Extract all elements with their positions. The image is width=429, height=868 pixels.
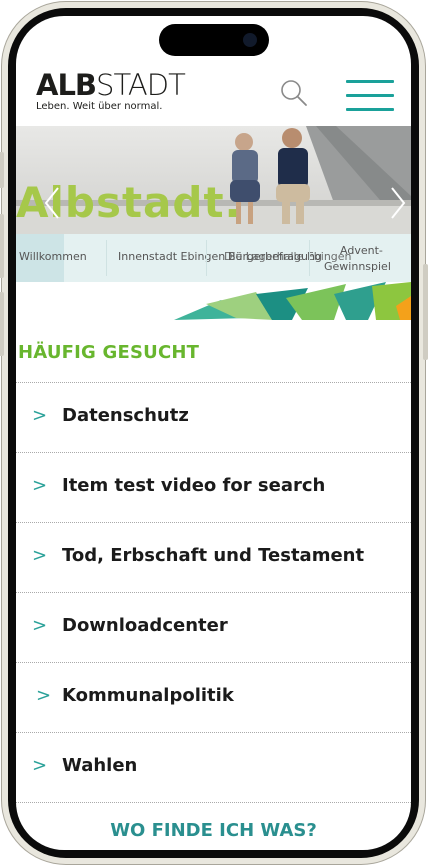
- hero-next-button[interactable]: [390, 186, 406, 224]
- decorative-polygon-band: [174, 282, 411, 320]
- tab-label: Gewinnspiel: [324, 260, 391, 273]
- side-button-volume-down: [0, 292, 4, 356]
- chevron-right-icon: >: [32, 545, 48, 566]
- tab-willkommen[interactable]: Willkommen: [16, 234, 87, 282]
- logo-word-bold: ALB: [36, 68, 97, 102]
- tab-label: Willkommen: [19, 250, 87, 263]
- phone-screen: ALBSTADT Leben. Weit über normal. Albsta…: [16, 16, 411, 850]
- chevron-right-icon: [391, 187, 406, 219]
- chevron-right-icon: >: [32, 405, 48, 426]
- section-title-wo-finde-ich-was: WO FINDE ICH WAS?: [110, 820, 317, 841]
- section-title-haeufig-gesucht: HÄUFIG GESUCHT: [18, 342, 200, 363]
- albstadt-logo[interactable]: ALBSTADT Leben. Weit über normal.: [36, 70, 186, 118]
- tab-innenstadt-ebingen[interactable]: Innenstadt Ebingen: [108, 234, 225, 282]
- search-button[interactable]: [278, 77, 310, 109]
- list-item-tod-erbschaft-testament[interactable]: > Tod, Erbschaft und Testament: [16, 522, 411, 593]
- camera-lens: [243, 33, 257, 47]
- list-item-label: Tod, Erbschaft und Testament: [62, 545, 365, 566]
- list-item-label: Downloadcenter: [62, 615, 228, 636]
- list-item-downloadcenter[interactable]: > Downloadcenter: [16, 592, 411, 663]
- hero-slider: Albstadt.: [16, 126, 411, 236]
- list-item-item-test-video[interactable]: > Item test video for search: [16, 452, 411, 523]
- tab-divider: [206, 240, 207, 276]
- list-item-label: Item test video for search: [62, 475, 326, 496]
- list-item-label: Wahlen: [62, 755, 138, 776]
- logo-wordmark: ALBSTADT: [36, 70, 186, 100]
- chevron-right-icon: >: [32, 475, 48, 496]
- hamburger-icon: [346, 80, 394, 111]
- list-item-datenschutz[interactable]: > Datenschutz: [16, 382, 411, 453]
- logo-tagline: Leben. Weit über normal.: [36, 101, 163, 112]
- tab-die-lagerhalle-ebingen[interactable]: Die Lagerhalle Ebingen: [212, 234, 352, 282]
- dynamic-island: [159, 24, 269, 56]
- side-button-power: [423, 264, 428, 360]
- menu-button[interactable]: [346, 80, 394, 112]
- hero-prev-button[interactable]: [44, 186, 60, 224]
- site-header: ALBSTADT Leben. Weit über normal.: [16, 56, 411, 126]
- chevron-left-icon: [44, 187, 59, 219]
- logo-word-light: STADT: [96, 68, 186, 102]
- chevron-right-icon: >: [32, 755, 48, 776]
- side-button-volume-up: [0, 214, 4, 278]
- chevron-right-icon: >: [32, 615, 48, 636]
- tab-divider: [106, 240, 107, 276]
- list-item-kommunalpolitik[interactable]: > Kommunalpolitik: [16, 662, 411, 733]
- tab-advent-gewinnspiel[interactable]: Advent- Gewinnspiel: [312, 234, 411, 282]
- list-item-label: Kommunalpolitik: [62, 685, 234, 706]
- list-item-wahlen[interactable]: > Wahlen: [16, 732, 411, 803]
- tab-divider: [309, 240, 310, 276]
- tab-label: Advent-: [340, 244, 383, 257]
- side-button-silent: [0, 152, 4, 188]
- slider-tab-bar: Willkommen Innenstadt Ebingen Bürgerbefr…: [16, 234, 411, 282]
- list-item-label: Datenschutz: [62, 405, 189, 426]
- magnifier-icon: [281, 80, 307, 106]
- list-divider: [16, 802, 411, 803]
- chevron-right-icon: >: [36, 685, 52, 706]
